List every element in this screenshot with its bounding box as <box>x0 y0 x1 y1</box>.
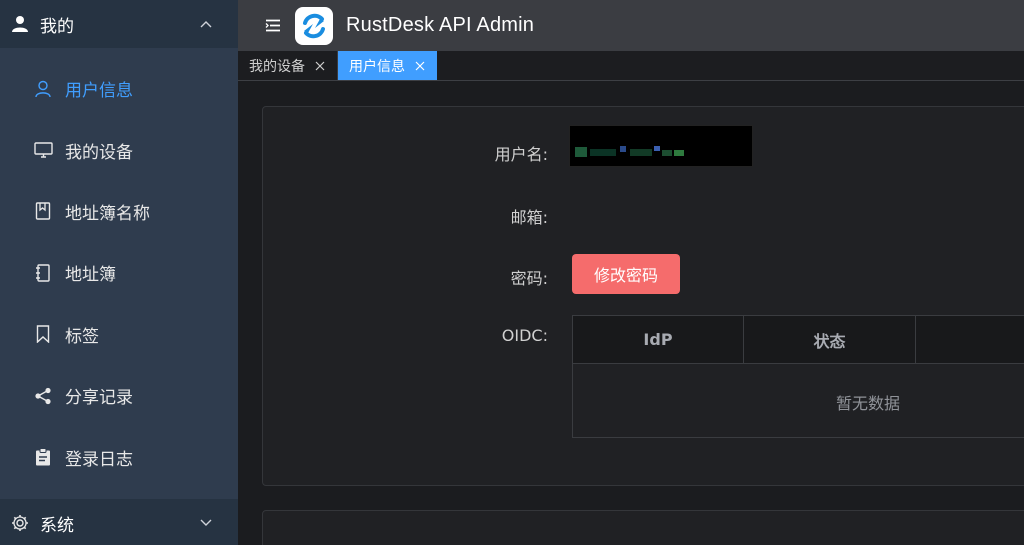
tab-user-info[interactable]: 用户信息 <box>338 51 437 80</box>
share-icon <box>33 386 53 406</box>
sidebar-submenu-me: 用户信息 我的设备 地址簿名称 地址簿 标签 分享记录 登录日志 <box>0 58 238 488</box>
app-title: RustDesk API Admin <box>346 14 535 36</box>
book-icon <box>33 201 53 221</box>
app-root: 我的 用户信息 我的设备 地址簿名称 地址簿 标签 分享记录 登录日志 系统 R… <box>0 0 1024 545</box>
topbar: RustDesk API Admin <box>238 0 1024 51</box>
sidebar-item-label: 登录日志 <box>65 449 133 470</box>
sidebar-item-label: 用户信息 <box>65 81 133 102</box>
sidebar: 我的 用户信息 我的设备 地址簿名称 地址簿 标签 分享记录 登录日志 系统 <box>0 0 238 545</box>
gear-icon <box>10 513 30 533</box>
sidebar-item-address-book[interactable]: 地址簿 <box>0 242 238 303</box>
secondary-card <box>262 510 1024 545</box>
column-header-idp[interactable]: IdP <box>573 316 744 363</box>
sidebar-group-me[interactable]: 我的 <box>0 0 238 48</box>
sidebar-item-label: 标签 <box>65 326 99 347</box>
user-info-card: 用户名: 邮箱: 密码: 修改密码 OIDC: IdP 状态 暂无数据 <box>262 106 1024 486</box>
oidc-label: OIDC: <box>501 326 548 345</box>
rustdesk-logo-icon <box>295 6 333 45</box>
sidebar-group-system[interactable]: 系统 <box>0 499 238 545</box>
sidebar-group-me-label: 我的 <box>40 16 74 37</box>
tab-my-devices[interactable]: 我的设备 <box>238 51 338 80</box>
column-header-status[interactable]: 状态 <box>744 316 916 363</box>
main-content: 用户名: 邮箱: 密码: 修改密码 OIDC: IdP 状态 暂无数据 <box>238 81 1024 545</box>
oidc-table: IdP 状态 暂无数据 <box>572 315 1024 438</box>
sidebar-item-label: 我的设备 <box>65 142 133 163</box>
sidebar-item-share-records[interactable]: 分享记录 <box>0 365 238 426</box>
change-password-button[interactable]: 修改密码 <box>572 254 680 294</box>
chevron-down-icon <box>198 515 214 531</box>
sidebar-item-label: 分享记录 <box>65 388 133 409</box>
tab-bar: 我的设备 用户信息 <box>238 51 1024 81</box>
email-label: 邮箱: <box>510 208 548 227</box>
sidebar-group-system-label: 系统 <box>40 515 74 536</box>
sidebar-item-label: 地址簿 <box>65 265 116 286</box>
monitor-icon <box>33 140 53 160</box>
username-value <box>569 125 753 167</box>
username-label: 用户名: <box>494 145 548 164</box>
clipboard-icon <box>33 447 53 467</box>
sidebar-item-tags[interactable]: 标签 <box>0 304 238 365</box>
tab-label: 我的设备 <box>249 58 305 75</box>
column-header-action[interactable] <box>916 316 1024 363</box>
menu-toggle-icon[interactable] <box>263 18 283 34</box>
bookmark-icon <box>33 324 53 344</box>
password-label: 密码: <box>510 269 548 288</box>
sidebar-item-user-info[interactable]: 用户信息 <box>0 58 238 119</box>
sidebar-item-login-logs[interactable]: 登录日志 <box>0 426 238 487</box>
sidebar-item-label: 地址簿名称 <box>65 203 150 224</box>
user-icon <box>10 14 30 34</box>
close-icon[interactable] <box>414 60 426 72</box>
oidc-table-empty: 暂无数据 <box>835 393 900 413</box>
tab-label: 用户信息 <box>349 58 405 75</box>
oidc-table-header: IdP 状态 <box>573 316 1024 364</box>
sidebar-item-address-book-names[interactable]: 地址簿名称 <box>0 181 238 242</box>
sidebar-item-my-devices[interactable]: 我的设备 <box>0 119 238 180</box>
close-icon[interactable] <box>314 60 326 72</box>
chevron-up-icon <box>198 16 214 32</box>
notebook-icon <box>33 263 53 283</box>
user-outline-icon <box>33 79 53 99</box>
